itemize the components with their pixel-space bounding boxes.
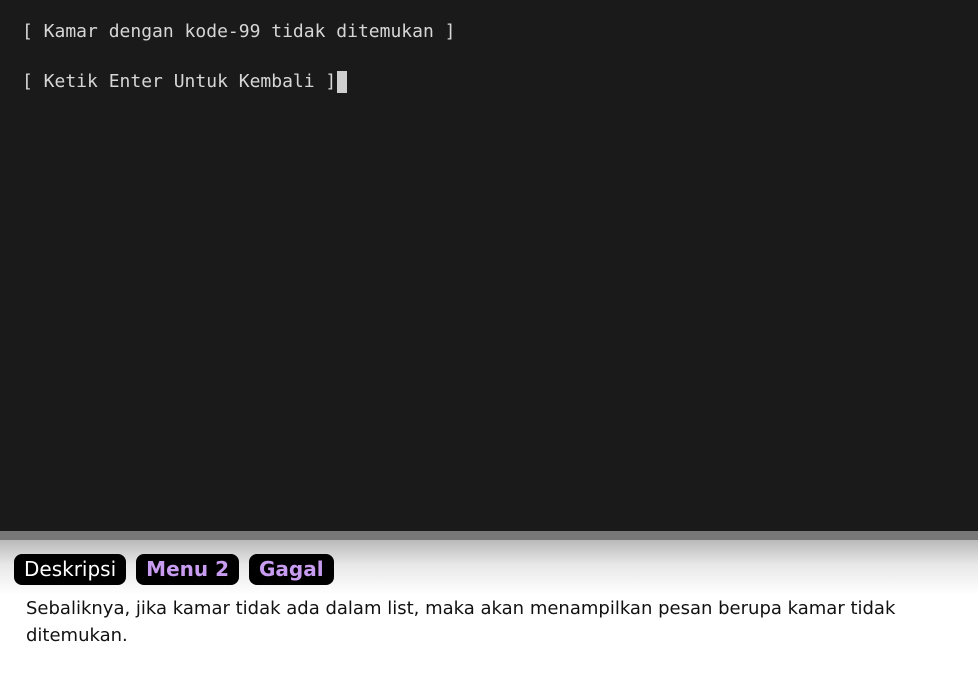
menu-badge: Menu 2	[136, 554, 239, 585]
status-badge: Gagal	[249, 554, 334, 585]
description-badge: Deskripsi	[14, 554, 127, 585]
terminal-prompt-text: [ Ketik Enter Untuk Kembali ]	[22, 71, 337, 92]
terminal-prompt-line: [ Ketik Enter Untuk Kembali ]	[22, 71, 348, 93]
terminal-cursor[interactable]	[337, 71, 348, 93]
terminal-window: [ Kamar dengan kode-99 tidak ditemukan ]…	[0, 0, 978, 531]
badge-row: Deskripsi Menu 2 Gagal	[14, 554, 334, 585]
description-text: Sebaliknya, jika kamar tidak ada dalam l…	[26, 598, 896, 646]
section-divider	[0, 531, 978, 540]
terminal-message-line: [ Kamar dengan kode-99 tidak ditemukan ]	[22, 21, 456, 42]
